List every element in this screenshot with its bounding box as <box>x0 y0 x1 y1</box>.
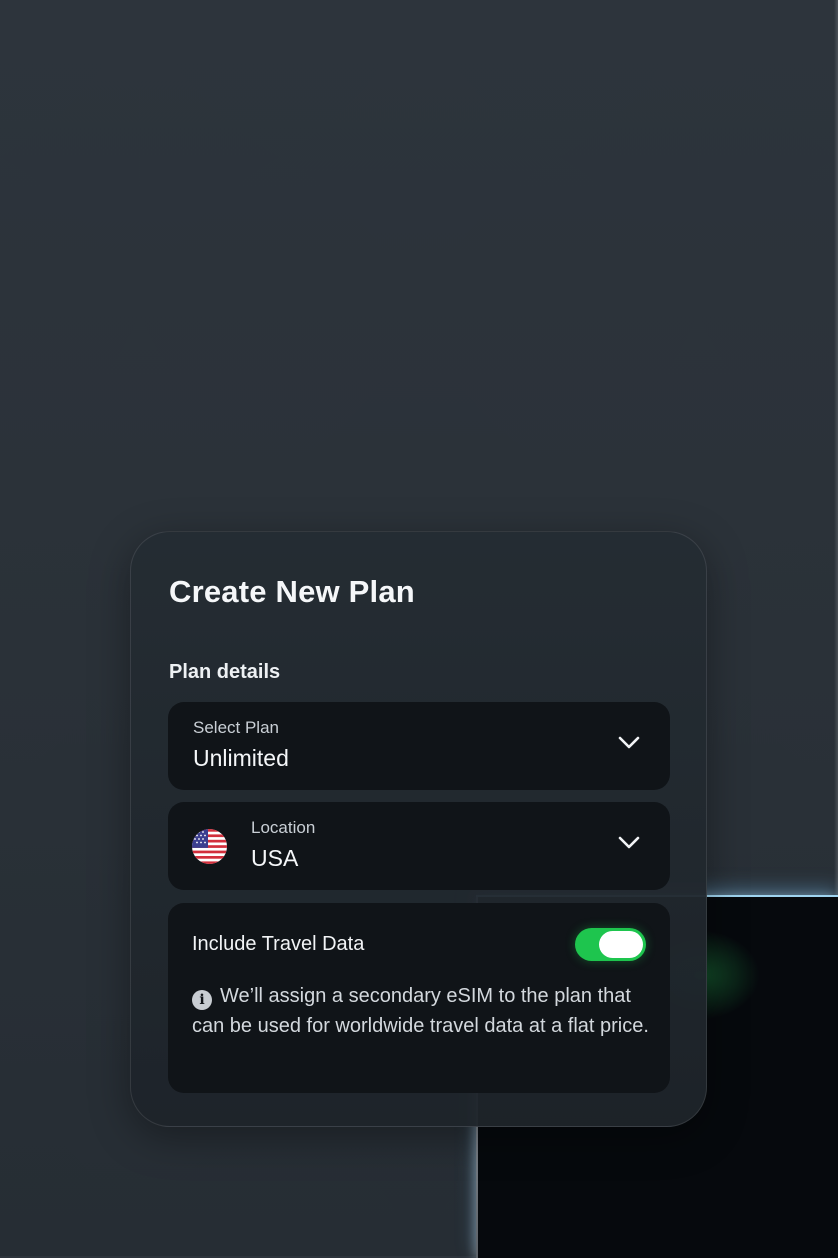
info-icon: i <box>192 990 212 1010</box>
chevron-down-icon <box>618 736 640 749</box>
location-label: Location <box>251 818 316 837</box>
select-plan-value: Unlimited <box>193 745 289 771</box>
select-plan-dropdown[interactable]: Select Plan Unlimited <box>168 702 670 790</box>
location-dropdown[interactable]: Location USA <box>168 802 670 890</box>
create-plan-card: Create New Plan Plan details Select Plan… <box>130 531 707 1127</box>
travel-info-text: i We’ll assign a secondary eSIM to the pl… <box>192 981 652 1041</box>
location-value: USA <box>251 845 299 871</box>
section-label-plan-details: Plan details <box>169 661 281 683</box>
travel-data-toggle[interactable] <box>575 928 646 961</box>
toggle-knob <box>599 931 643 958</box>
card-title: Create New Plan <box>169 574 415 609</box>
background-edge <box>834 0 838 900</box>
travel-data-label: Include Travel Data <box>192 933 365 955</box>
select-plan-label: Select Plan <box>193 718 279 737</box>
chevron-down-icon <box>618 836 640 849</box>
travel-info-message: We’ll assign a secondary eSIM to the pla… <box>192 985 649 1037</box>
us-flag-icon <box>192 829 227 864</box>
travel-data-panel: Include Travel Data i We’ll assign a seco… <box>168 903 670 1093</box>
